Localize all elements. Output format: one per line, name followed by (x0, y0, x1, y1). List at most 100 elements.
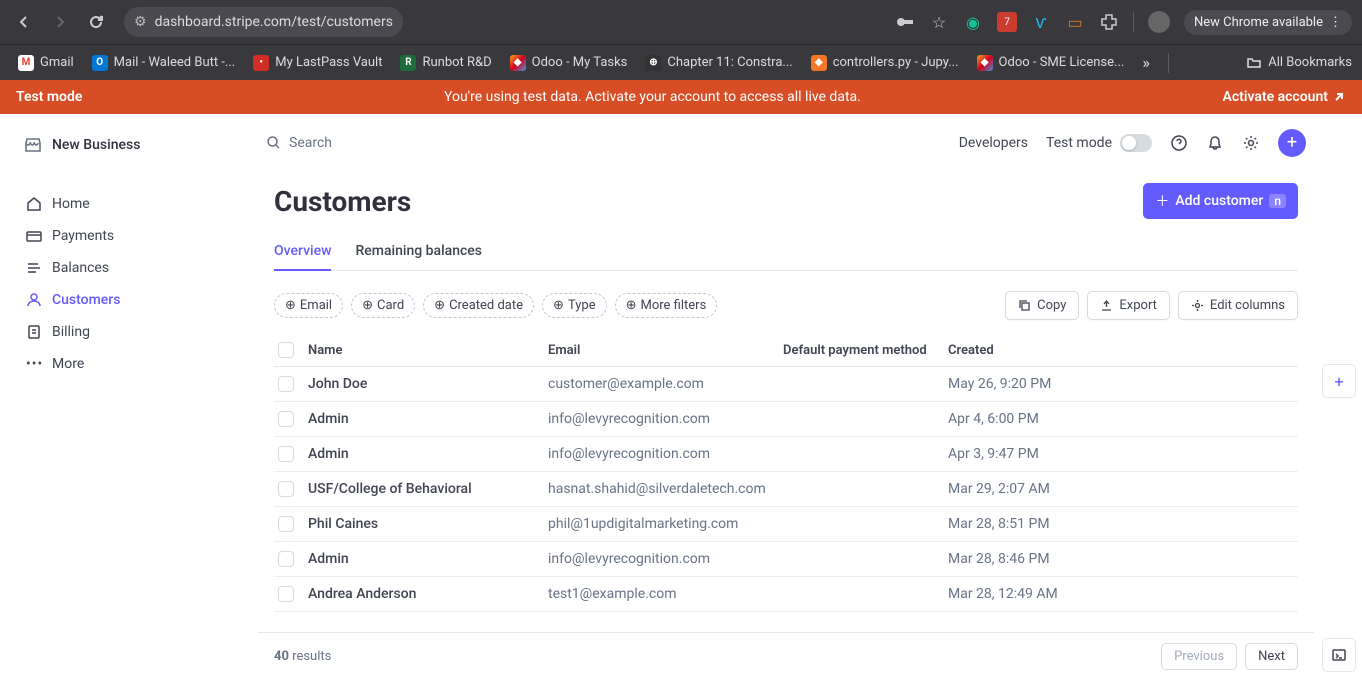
side-add-button[interactable]: + (1322, 364, 1356, 398)
tab-overview[interactable]: Overview (274, 235, 331, 271)
create-button[interactable]: + (1278, 129, 1306, 157)
folder-icon (1246, 55, 1262, 71)
help-icon[interactable] (1170, 134, 1188, 152)
filter-type[interactable]: ⊕Type (542, 293, 607, 318)
reload-button[interactable] (82, 8, 110, 36)
extension-vimeo-icon[interactable]: ⱱ (1031, 12, 1051, 32)
row-checkbox[interactable] (278, 376, 294, 392)
site-settings-icon[interactable]: ⚙ (134, 14, 147, 30)
customers-icon (26, 292, 42, 308)
extension-grammarly-icon[interactable]: ◉ (963, 12, 983, 32)
column-email[interactable]: Email (548, 343, 783, 358)
bookmark-favicon: M (18, 55, 34, 71)
activate-account-link[interactable]: Activate account (1222, 89, 1346, 105)
toggle-switch[interactable] (1120, 134, 1152, 152)
test-mode-toggle[interactable]: Test mode (1046, 134, 1152, 152)
extension-icon-2[interactable]: 7 (997, 12, 1017, 32)
cell-email: test1@example.com (548, 586, 783, 602)
column-payment-method[interactable]: Default payment method (783, 343, 948, 358)
search-input[interactable]: Search (266, 135, 332, 151)
password-icon[interactable] (895, 12, 915, 32)
row-checkbox[interactable] (278, 446, 294, 462)
bookmark-item[interactable]: RRunbot R&D (392, 51, 499, 75)
cell-name: Admin (308, 411, 548, 427)
sidebar-item-more[interactable]: ••• More (16, 348, 242, 380)
cell-created: Mar 28, 12:49 AM (948, 586, 1294, 602)
filter-card[interactable]: ⊕Card (351, 293, 415, 318)
table-row[interactable]: Phil Cainesphil@1updigitalmarketing.comM… (274, 507, 1298, 542)
table-row[interactable]: Andrea Andersontest1@example.comMar 28, … (274, 577, 1298, 612)
sidebar-item-customers[interactable]: Customers (16, 284, 242, 316)
export-icon (1100, 299, 1113, 312)
bookmark-item[interactable]: ◆Odoo - SME License... (969, 51, 1133, 75)
bookmark-favicon: ⊕ (645, 55, 661, 71)
table-row[interactable]: Admininfo@levyrecognition.comMar 28, 8:4… (274, 542, 1298, 577)
cell-email: customer@example.com (548, 376, 783, 392)
banner-message: You're using test data. Activate your ac… (82, 89, 1222, 105)
filters-row: ⊕Email ⊕Card ⊕Created date ⊕Type ⊕More f… (274, 291, 1298, 320)
settings-icon[interactable] (1242, 134, 1260, 152)
bookmarks-overflow-icon[interactable]: » (1142, 53, 1150, 72)
add-icon: ⊕ (434, 298, 445, 313)
row-checkbox[interactable] (278, 481, 294, 497)
sidebar-item-balances[interactable]: Balances (16, 252, 242, 284)
row-checkbox[interactable] (278, 586, 294, 602)
cell-email: info@levyrecognition.com (548, 446, 783, 462)
bookmark-label: Odoo - My Tasks (532, 55, 628, 70)
update-chrome-button[interactable]: New Chrome available⋮ (1184, 10, 1352, 35)
table-row[interactable]: Admininfo@levyrecognition.comApr 4, 6:00… (274, 402, 1298, 437)
profile-avatar-icon[interactable] (1148, 11, 1170, 33)
bookmark-favicon: • (253, 55, 269, 71)
row-checkbox[interactable] (278, 411, 294, 427)
copy-button[interactable]: Copy (1005, 291, 1079, 320)
external-link-icon (1332, 90, 1346, 104)
table-row[interactable]: Admininfo@levyrecognition.comApr 3, 9:47… (274, 437, 1298, 472)
previous-button[interactable]: Previous (1161, 643, 1237, 670)
next-button[interactable]: Next (1245, 643, 1298, 670)
bookmark-item[interactable]: ⊕Chapter 11: Constra... (637, 51, 800, 75)
bookmark-item[interactable]: MGmail (10, 51, 82, 75)
url-bar[interactable]: ⚙ dashboard.stripe.com/test/customers (124, 7, 403, 37)
cell-created: May 26, 9:20 PM (948, 376, 1294, 392)
add-customer-button[interactable]: ＋ Add customer n (1143, 183, 1298, 219)
extensions-puzzle-icon[interactable] (1099, 12, 1119, 32)
bookmark-star-icon[interactable]: ☆ (929, 12, 949, 32)
notifications-icon[interactable] (1206, 134, 1224, 152)
kebab-icon: ⋮ (1329, 15, 1342, 30)
cell-email: phil@1updigitalmarketing.com (548, 516, 783, 532)
developers-link[interactable]: Developers (959, 135, 1028, 151)
column-created[interactable]: Created (948, 343, 1294, 358)
column-name[interactable]: Name (308, 343, 548, 358)
store-icon (24, 136, 42, 154)
forward-button[interactable] (46, 8, 74, 36)
cell-created: Apr 4, 6:00 PM (948, 411, 1294, 427)
row-checkbox[interactable] (278, 516, 294, 532)
back-button[interactable] (10, 8, 38, 36)
sidebar-item-home[interactable]: Home (16, 188, 242, 220)
more-icon: ••• (26, 356, 42, 372)
extension-icon-4[interactable]: ▭ (1065, 12, 1085, 32)
bookmark-favicon: ◆ (510, 55, 526, 71)
export-button[interactable]: Export (1087, 291, 1170, 320)
edit-columns-button[interactable]: Edit columns (1178, 291, 1298, 320)
tab-remaining-balances[interactable]: Remaining balances (355, 235, 482, 270)
bookmark-item[interactable]: ◆controllers.py - Jupy... (803, 51, 967, 75)
customers-table: Name Email Default payment method Create… (274, 334, 1298, 632)
all-bookmarks-link[interactable]: All Bookmarks (1246, 55, 1352, 71)
table-row[interactable]: John Doecustomer@example.comMay 26, 9:20… (274, 367, 1298, 402)
table-row[interactable]: USF/College of Behavioralhasnat.shahid@s… (274, 472, 1298, 507)
filter-more[interactable]: ⊕More filters (615, 293, 718, 318)
select-all-checkbox[interactable] (278, 342, 294, 358)
row-checkbox[interactable] (278, 551, 294, 567)
filter-created-date[interactable]: ⊕Created date (423, 293, 534, 318)
bookmark-item[interactable]: ◆ Odoo - My Tasks (502, 51, 636, 75)
filter-email[interactable]: ⊕Email (274, 293, 343, 318)
sidebar-item-payments[interactable]: Payments (16, 220, 242, 252)
add-icon: ⊕ (285, 298, 296, 313)
sidebar-item-billing[interactable]: Billing (16, 316, 242, 348)
business-selector[interactable]: New Business (16, 132, 242, 158)
bookmark-item[interactable]: OMail - Waleed Butt -... (84, 51, 244, 75)
plus-icon: + (1287, 132, 1297, 153)
side-dev-button[interactable] (1322, 638, 1356, 672)
bookmark-item[interactable]: •My LastPass Vault (245, 51, 390, 75)
